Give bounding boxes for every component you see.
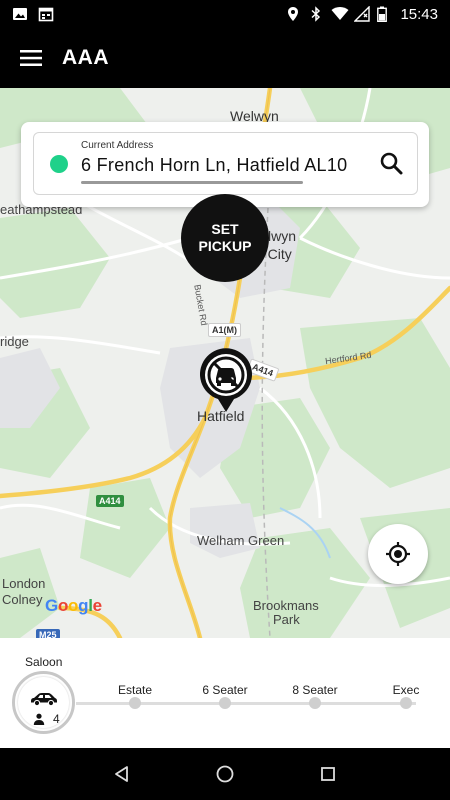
search-button[interactable] [379, 151, 405, 177]
menu-button[interactable] [0, 28, 62, 88]
vehicle-option-saloon[interactable]: 4 [12, 671, 75, 734]
vehicle-option-exec-label[interactable]: Exec [393, 683, 420, 697]
address-label: Current Address [81, 140, 154, 151]
home-button[interactable] [205, 754, 245, 794]
address-field[interactable]: Current Address 6 French Horn Ln, Hatfie… [33, 132, 418, 195]
crosshair-icon [386, 542, 410, 566]
road-badge-a414-b: A414 [96, 495, 124, 507]
no-car-pin-icon [200, 348, 252, 412]
vehicle-option-estate-label[interactable]: Estate [118, 683, 152, 697]
pickup-pin [198, 348, 254, 414]
signal-off-icon [353, 5, 371, 22]
system-nav-bar [0, 748, 450, 800]
vehicle-option-8-seater[interactable] [309, 697, 321, 709]
map-label-brookmans-2: Park [273, 612, 300, 627]
vehicle-slider-track[interactable] [76, 702, 416, 705]
person-icon [33, 713, 45, 725]
app-bar: AAA [0, 28, 450, 88]
vehicle-option-6-seater-label[interactable]: 6 Seater [202, 683, 247, 697]
image-icon [12, 6, 28, 22]
recents-icon [321, 767, 336, 781]
back-icon [114, 766, 128, 782]
status-time: 15:43 [400, 5, 438, 23]
car-icon [31, 693, 57, 706]
map-label-london-colney-1: London [2, 576, 46, 591]
vehicle-option-8-seater-label[interactable]: 8 Seater [292, 683, 337, 697]
back-button[interactable] [102, 754, 142, 794]
map-label-brookmans-1: Brookmans [253, 598, 319, 613]
bluetooth-icon [308, 6, 324, 22]
location-icon [285, 6, 301, 22]
battery-icon [377, 6, 393, 22]
search-icon [380, 152, 403, 175]
address-underline [81, 181, 303, 184]
vehicle-selected-label: Saloon [25, 655, 63, 669]
recents-button[interactable] [308, 754, 348, 794]
address-value: 6 French Horn Ln, Hatfield AL10 [81, 155, 348, 175]
vehicle-selector: Saloon 4 Estate 6 Seater 8 Seater Exec [0, 638, 450, 748]
app-title: AAA [62, 46, 109, 69]
my-location-button[interactable] [368, 524, 428, 584]
wifi-icon [331, 6, 349, 22]
map-label-welwyn-gc-1: lwyn [268, 228, 297, 244]
google-attribution: Google [45, 596, 102, 615]
menu-icon [20, 50, 42, 66]
set-pickup-line1: SET [211, 221, 239, 237]
saloon-thumb: 4 [18, 677, 69, 728]
vehicle-option-exec[interactable] [400, 697, 412, 709]
vehicle-option-estate[interactable] [129, 697, 141, 709]
road-badge-a1m: A1(M) [208, 323, 241, 337]
road-badge-m25: M25 [36, 629, 60, 638]
map-label-bridge: ridge [0, 334, 29, 349]
status-bar: 15:43 [0, 0, 450, 28]
set-pickup-line2: PICKUP [198, 238, 252, 254]
home-icon [216, 765, 234, 783]
map-label-london-colney-2: Colney [2, 592, 43, 607]
calendar-icon [38, 6, 54, 22]
map-label-welham-green: Welham Green [197, 533, 285, 548]
app-screen: 15:43 AAA Welwyn eathampstead lwyn n Cit… [0, 0, 450, 800]
vehicle-option-6-seater[interactable] [219, 697, 231, 709]
pickup-dot-icon [50, 155, 68, 173]
set-pickup-button[interactable]: SET PICKUP [181, 194, 269, 282]
passenger-count: 4 [53, 712, 60, 726]
